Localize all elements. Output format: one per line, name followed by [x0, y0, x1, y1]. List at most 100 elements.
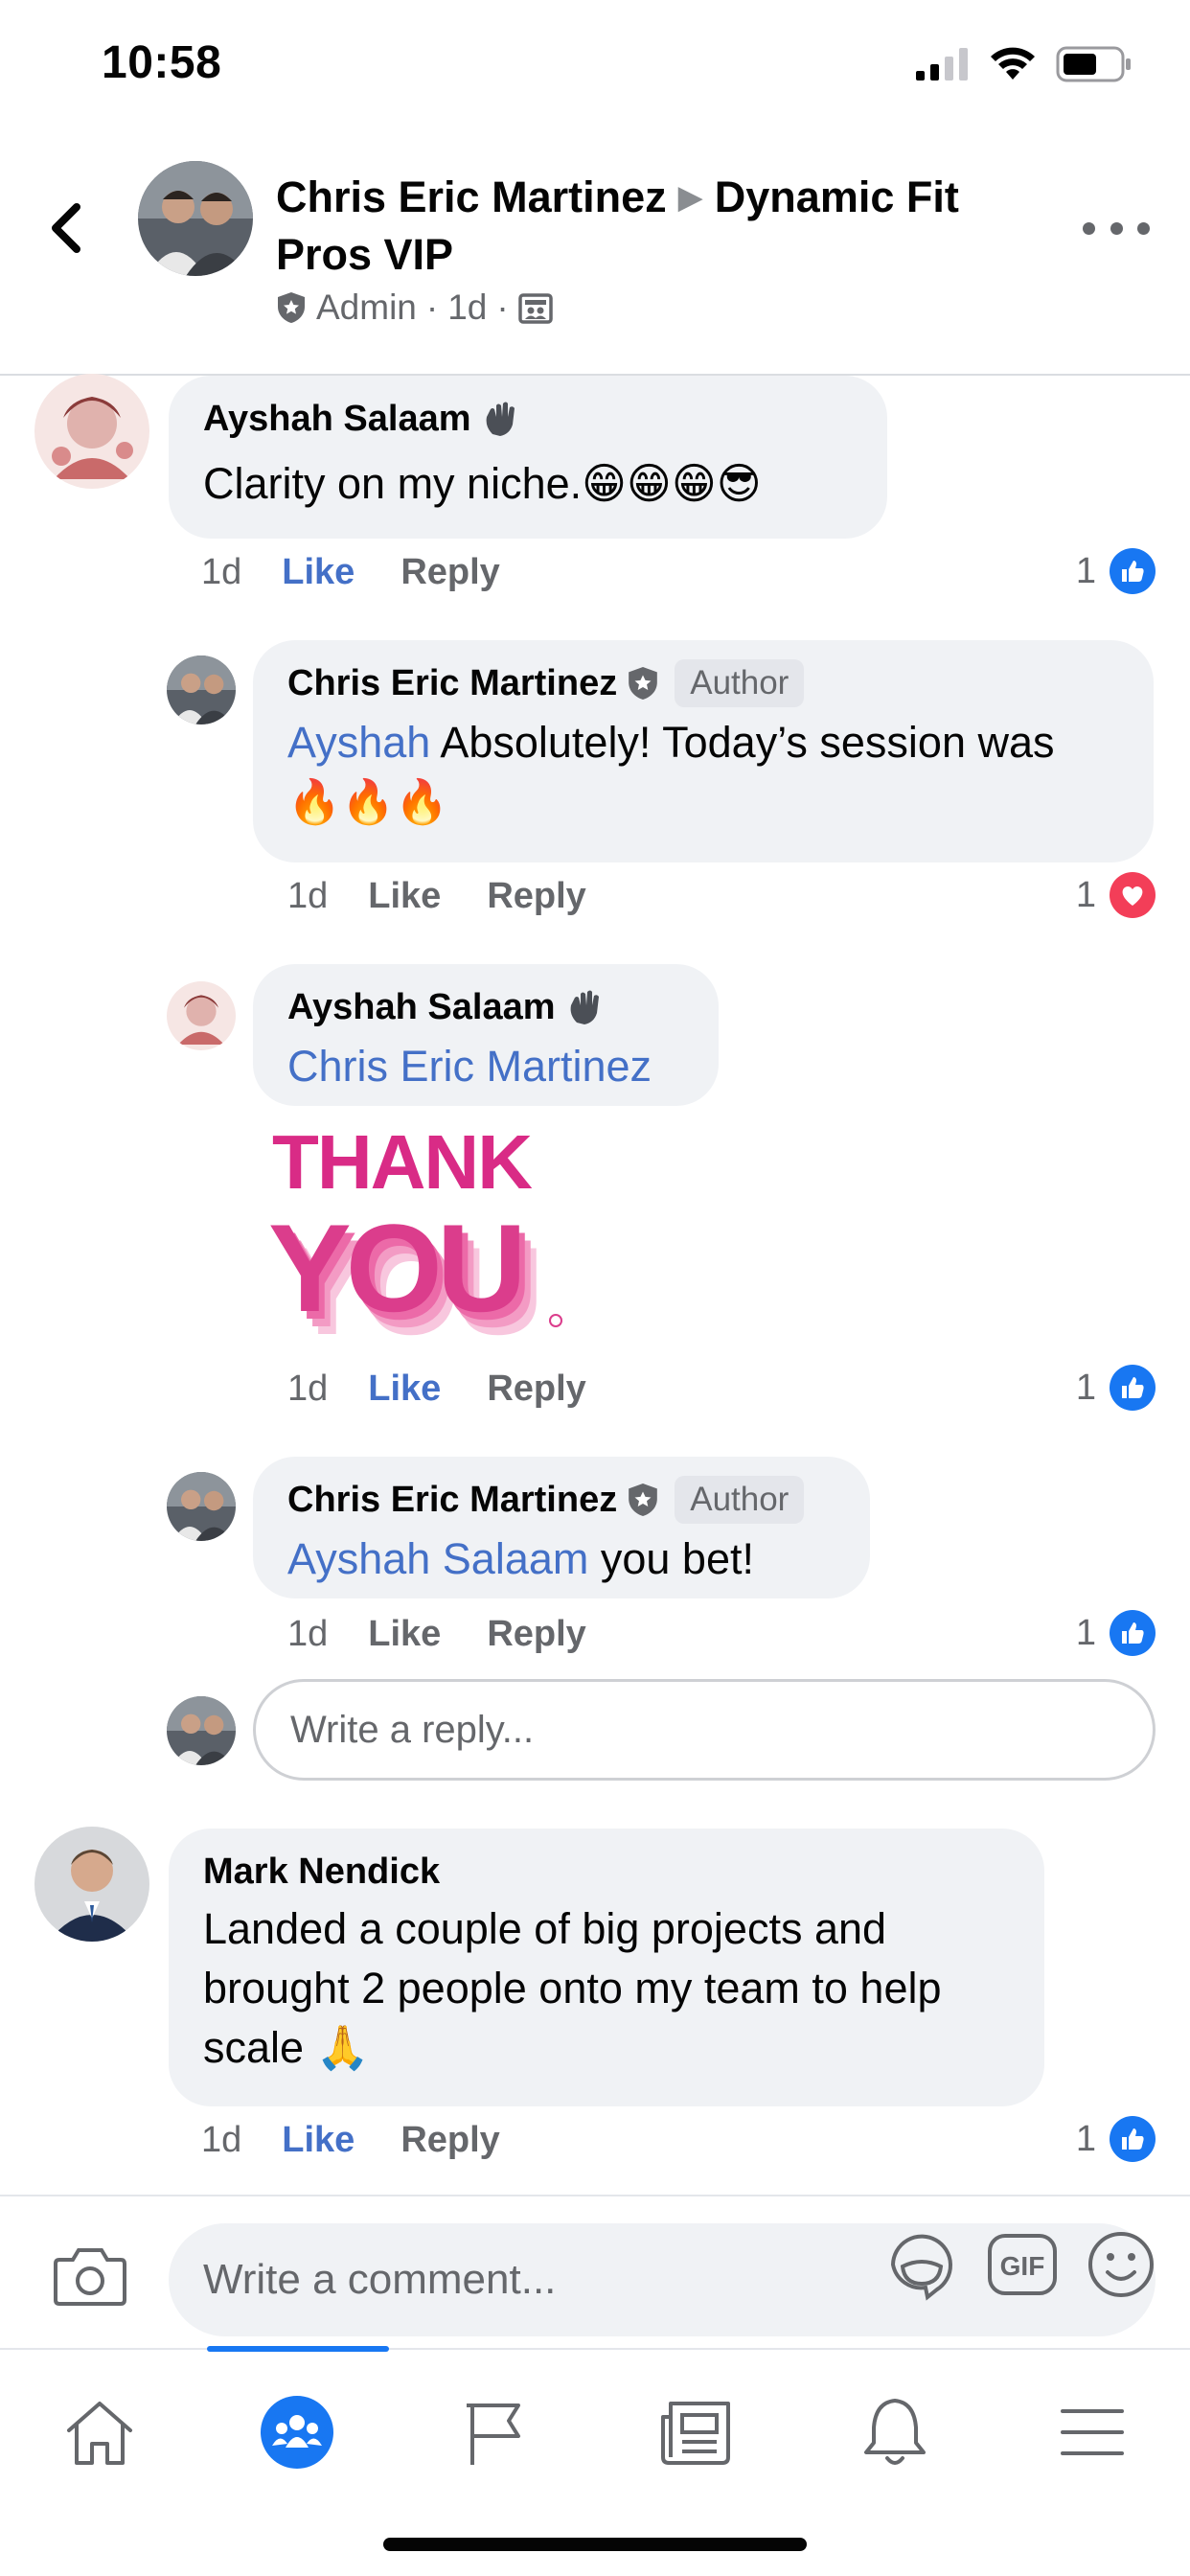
more-dot-icon [1083, 221, 1095, 235]
post-age: 1d [447, 288, 488, 327]
cellular-signal-icon [916, 48, 968, 80]
admin-shield-icon [629, 667, 658, 700]
gif-icon[interactable]: GIF [987, 2233, 1058, 2296]
like-button[interactable]: Like [368, 1614, 441, 1655]
post-header: Chris Eric Martinez ▶ Dynamic Fit Pros VIP… [0, 144, 1190, 376]
mention-link[interactable]: Ayshah Salaam [287, 1534, 588, 1583]
like-button[interactable]: Like [282, 2120, 355, 2161]
commenter-name[interactable]: Mark Nendick [203, 1848, 440, 1896]
reaction-count: 1 [1075, 2118, 1096, 2159]
comment-text: Landed a couple of big projects and brou… [203, 1904, 942, 2072]
more-dot-icon [1137, 221, 1150, 235]
reaction-summary[interactable]: 1 [1076, 2116, 1156, 2162]
author-badge: Author [675, 659, 805, 707]
reaction-count: 1 [1075, 874, 1096, 915]
comment-age: 1d [201, 552, 242, 592]
sticker-icon[interactable] [885, 2228, 958, 2301]
thumbs-up-icon [1110, 2116, 1156, 2162]
comment-text: Clarity on my niche.😁😁😁😎 [203, 459, 762, 508]
comment-text: Chris Eric Martinez [287, 1037, 684, 1096]
home-indicator [383, 2538, 807, 2551]
comment-bubble[interactable]: Chris Eric Martinez Author Ayshah Absolu… [253, 640, 1154, 862]
more-options-button[interactable] [1083, 211, 1150, 245]
commenter-name[interactable]: Ayshah Salaam [287, 983, 556, 1031]
commenter-avatar[interactable] [167, 981, 236, 1050]
commenter-avatar[interactable] [167, 656, 236, 724]
like-button[interactable]: Like [368, 1368, 441, 1410]
wifi-icon [991, 47, 1035, 80]
reply-button[interactable]: Reply [487, 876, 585, 917]
commenter-avatar[interactable] [34, 1827, 149, 1942]
post-title[interactable]: Chris Eric Martinez ▶ Dynamic Fit Pros VIP [276, 169, 1023, 284]
reply-button[interactable]: Reply [487, 1614, 585, 1655]
comment-actions: 1d Like Reply [201, 2120, 500, 2161]
reaction-summary[interactable]: 1 [1076, 548, 1156, 594]
group-audience-icon [517, 293, 553, 324]
reply-button[interactable]: Reply [487, 1368, 585, 1410]
author-badge: Author [675, 1476, 805, 1524]
tab-pages[interactable] [439, 2375, 554, 2490]
camera-icon [54, 2248, 126, 2306]
reaction-summary[interactable]: 1 [1076, 1365, 1156, 1411]
thumbs-up-icon [1110, 548, 1156, 594]
battery-icon [1056, 46, 1131, 82]
meta-separator: · [425, 288, 439, 327]
reaction-count: 1 [1075, 1612, 1096, 1653]
tab-news[interactable] [638, 2375, 753, 2490]
comment-age: 1d [287, 876, 329, 916]
commenter-avatar[interactable] [167, 1472, 236, 1541]
news-icon [661, 2402, 730, 2465]
comment-bubble[interactable]: Ayshah Salaam Clarity on my niche.😁😁😁😎 [169, 376, 887, 539]
author-avatar[interactable] [138, 161, 253, 276]
chevron-left-icon [52, 203, 80, 253]
admin-shield-icon [629, 1484, 658, 1516]
mention-link[interactable]: Chris Eric Martinez [287, 1042, 652, 1091]
status-bar: 10:58 [0, 0, 1190, 134]
svg-text:GIF: GIF [1000, 2251, 1045, 2281]
tab-groups[interactable] [240, 2375, 355, 2490]
comment-actions: 1d Like Reply [287, 1368, 586, 1410]
my-avatar [167, 1696, 236, 1765]
reaction-summary[interactable]: 1 [1076, 872, 1156, 918]
reply-input[interactable]: Write a reply... [253, 1679, 1156, 1781]
pages-flag-icon [467, 2404, 520, 2465]
mention-link[interactable]: Ayshah [287, 718, 430, 767]
comment-bubble[interactable]: Chris Eric Martinez Author Ayshah Salaam… [253, 1457, 870, 1598]
reaction-summary[interactable]: 1 [1076, 1610, 1156, 1656]
meta-separator-2: · [496, 288, 509, 327]
comment-text: Ayshah Salaam you bet! [287, 1530, 835, 1589]
status-time: 10:58 [102, 37, 222, 88]
comment-age: 1d [287, 1368, 329, 1409]
commenter-name[interactable]: Chris Eric Martinez [287, 659, 617, 707]
like-button[interactable]: Like [282, 552, 355, 593]
author-name[interactable]: Chris Eric Martinez [276, 172, 667, 221]
camera-button[interactable] [54, 2244, 126, 2312]
reaction-count: 1 [1075, 1367, 1096, 1408]
comment-bubble[interactable]: Ayshah Salaam Chris Eric Martinez [253, 964, 719, 1106]
reply-button[interactable]: Reply [400, 2120, 499, 2161]
emoji-icon[interactable] [1087, 2230, 1156, 2299]
comment-actions: 1d Like Reply [201, 552, 500, 593]
commenter-avatar[interactable] [34, 374, 149, 489]
composer-icons: GIF [885, 2208, 1156, 2321]
status-icons [916, 46, 1133, 82]
like-button[interactable]: Like [368, 876, 441, 917]
thank-you-sticker[interactable]: THANK YOU YOU YOU YOU [268, 1119, 575, 1361]
wave-hand-icon [486, 402, 515, 436]
tab-menu[interactable] [1035, 2375, 1150, 2490]
comment-composer: Write a comment... GIF [0, 2195, 1190, 2348]
heart-icon [1110, 872, 1156, 918]
reply-button[interactable]: Reply [400, 552, 499, 593]
comment-text: Ayshah Absolutely! Today’s session was 🔥… [287, 713, 1119, 832]
tab-notifications[interactable] [837, 2375, 952, 2490]
caret-right-icon: ▶ [677, 179, 703, 216]
tab-home[interactable] [42, 2375, 157, 2490]
role-label: Admin [316, 288, 417, 327]
commenter-name[interactable]: Ayshah Salaam [203, 395, 471, 443]
commenter-name[interactable]: Chris Eric Martinez [287, 1476, 617, 1524]
comment-bubble[interactable]: Mark Nendick Landed a couple of big proj… [169, 1828, 1044, 2106]
reaction-count: 1 [1075, 550, 1096, 591]
thumbs-up-icon [1110, 1610, 1156, 1656]
back-button[interactable] [42, 188, 90, 264]
sticker-line-2: YOU [268, 1198, 521, 1338]
